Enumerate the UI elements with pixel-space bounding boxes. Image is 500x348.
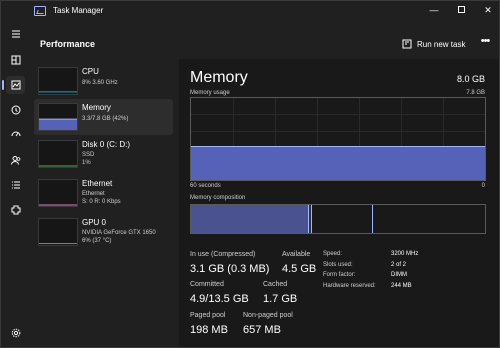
paged-pool-value: 198 MB [190, 324, 228, 336]
nav-app-history[interactable] [6, 101, 25, 119]
speed-value: 3200 MHz [391, 251, 419, 257]
device-item-memory[interactable]: Memory 3.3/7.8 GB (42%) [34, 99, 173, 135]
navigation-rail [1, 21, 30, 347]
run-new-task-button[interactable]: Run new task [402, 37, 465, 51]
device-sub: 3.3/7.8 GB (42%) [82, 116, 129, 122]
gpu-sparkline [39, 242, 77, 244]
device-sub: SSD [82, 152, 95, 158]
memory-sparkline [39, 118, 77, 130]
form-factor-value: DIMM [391, 272, 407, 278]
slots-used-value: 2 of 2 [391, 262, 407, 268]
details-icon [11, 181, 20, 189]
cpu-sparkline [39, 91, 77, 93]
composition-standby [312, 205, 374, 233]
device-list: CPU 8% 3.60 GHz Memory 3.3/7.8 GB (42%) … [30, 59, 178, 347]
memory-usage-label: Memory usage [190, 90, 230, 96]
committed-label: Committed [190, 281, 224, 288]
ethernet-sparkline [39, 204, 77, 206]
memory-composition-label: Memory composition [190, 195, 246, 201]
form-factor-label: Form factor: [323, 272, 356, 278]
device-sub-2: 6% (37 °C) [82, 238, 112, 244]
maximize-button[interactable] [454, 4, 468, 16]
device-sub: Ethernet [82, 191, 105, 197]
device-sub-2: S: 0 R: 0 Kbps [82, 199, 121, 205]
nav-performance[interactable] [2, 76, 25, 94]
device-name: CPU [82, 67, 99, 76]
close-button[interactable]: ✕ [481, 4, 495, 16]
composition-in-use [191, 205, 309, 233]
cached-label: Cached [263, 281, 288, 288]
speed-label: Speed: [323, 251, 343, 257]
slots-used-label: Slots used: [323, 262, 353, 268]
panel-title: Memory [190, 69, 248, 86]
in-use-label: In use (Compressed) [190, 251, 256, 258]
gpu-thumbnail-graph [38, 218, 78, 246]
device-sub: NVIDIA GeForce GTX 1650 [82, 230, 156, 236]
hardware-reserved-label: Hardware reserved: [323, 283, 376, 289]
more-options-button[interactable]: ••• [478, 35, 492, 49]
time-axis-right: 0 [481, 183, 485, 189]
settings-icon [11, 328, 20, 338]
disk-sparkline [39, 165, 77, 167]
device-name: GPU 0 [82, 218, 107, 227]
time-axis-left: 60 seconds [190, 183, 221, 189]
page-header: Performance Run new task ••• [30, 21, 499, 59]
device-item-disk[interactable]: Disk 0 (C: D:) SSD 1% [34, 136, 173, 172]
memory-usage-max: 7.8 GB [466, 90, 485, 96]
hardware-reserved-value: 244 MB [391, 283, 412, 289]
nav-settings[interactable] [6, 324, 25, 342]
hamburger-menu-icon [11, 30, 20, 38]
device-item-cpu[interactable]: CPU 8% 3.60 GHz [34, 63, 173, 99]
sparkline-fill [39, 119, 77, 130]
memory-panel: Memory 8.0 GB Memory usage 7.8 GB 60 sec… [179, 59, 499, 347]
cpu-thumbnail-graph [38, 67, 78, 95]
memory-usage-fill [191, 145, 485, 180]
processes-icon [11, 55, 20, 65]
available-label: Available [282, 251, 311, 258]
memory-thumbnail-graph [38, 103, 78, 131]
app-history-icon [11, 105, 20, 115]
performance-icon [11, 80, 20, 90]
nav-startup-apps[interactable] [6, 126, 25, 144]
non-paged-pool-label: Non-paged pool [243, 312, 293, 319]
device-sub-2: 1% [82, 160, 91, 166]
nav-users[interactable] [6, 151, 25, 169]
in-use-value: 3.1 GB (0.3 MB) [190, 263, 270, 275]
nav-details[interactable] [6, 176, 25, 194]
task-manager-window: Task Manager — ✕ Performance Run new tas… [0, 0, 500, 348]
task-manager-app-icon [34, 6, 46, 16]
device-name: Disk 0 (C: D:) [82, 140, 130, 149]
title-bar: Task Manager — ✕ [1, 1, 499, 21]
page-title: Performance [40, 39, 96, 49]
device-item-gpu[interactable]: GPU 0 NVIDIA GeForce GTX 1650 6% (37 °C) [34, 214, 173, 250]
hamburger-menu-button[interactable] [6, 25, 25, 43]
cached-value: 1.7 GB [263, 293, 298, 305]
nav-processes[interactable] [6, 51, 25, 69]
non-paged-pool-value: 657 MB [243, 324, 281, 336]
total-memory: 8.0 GB [456, 74, 485, 84]
memory-usage-graph [190, 97, 486, 181]
run-new-task-label: Run new task [417, 39, 466, 49]
ethernet-thumbnail-graph [38, 179, 78, 207]
startup-apps-icon [11, 131, 20, 137]
available-value: 4.5 GB [282, 263, 317, 275]
nav-services[interactable] [6, 201, 25, 219]
device-sub: 8% 3.60 GHz [82, 80, 118, 86]
minimize-button[interactable]: — [427, 4, 441, 16]
users-icon [10, 156, 20, 165]
device-name: Memory [82, 103, 111, 112]
services-icon [11, 205, 20, 215]
disk-thumbnail-graph [38, 140, 78, 168]
committed-value: 4.9/13.5 GB [190, 293, 249, 305]
window-title: Task Manager [53, 6, 104, 15]
maximize-icon [457, 6, 465, 13]
device-item-ethernet[interactable]: Ethernet Ethernet S: 0 R: 0 Kbps [34, 175, 173, 211]
paged-pool-label: Paged pool [190, 312, 226, 319]
run-task-icon [402, 39, 412, 49]
memory-composition-bar [190, 204, 486, 234]
device-name: Ethernet [82, 179, 113, 188]
